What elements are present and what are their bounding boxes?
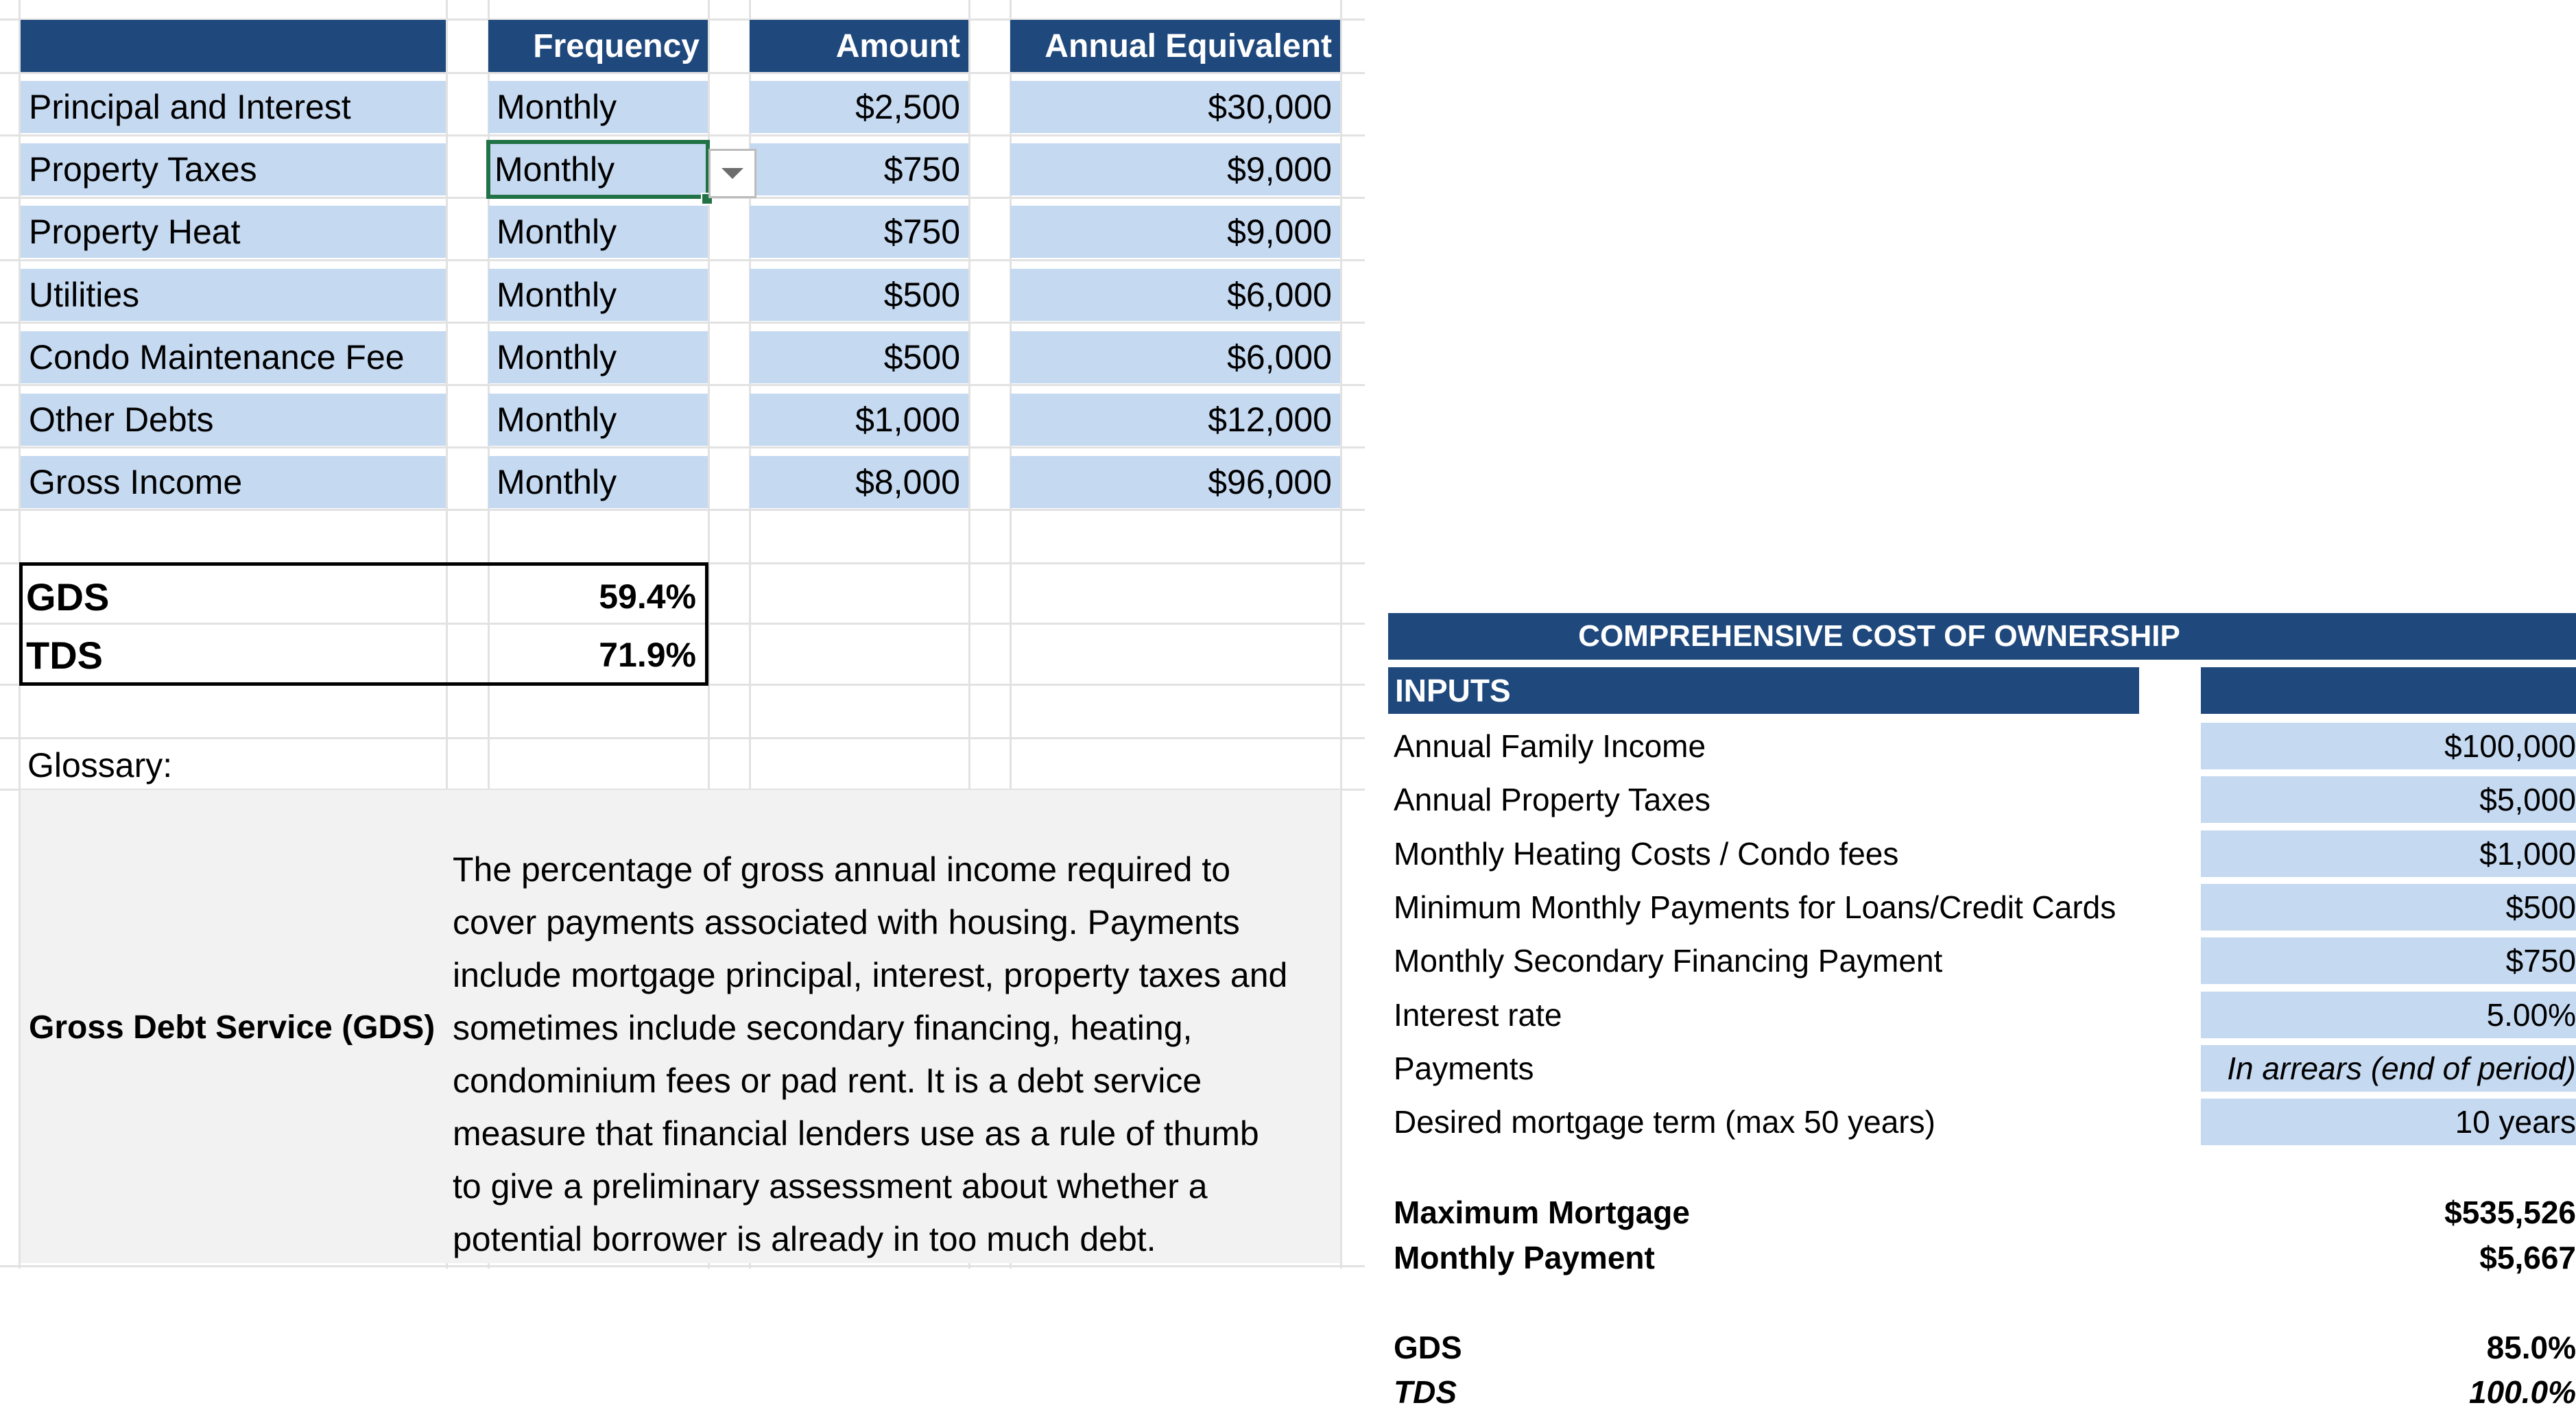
input-value[interactable]: 10 years — [2201, 1099, 2576, 1146]
row-annual[interactable]: $9,000 — [1010, 143, 1340, 196]
row-frequency[interactable]: Monthly — [488, 268, 708, 321]
monthly-payment-label: Monthly Payment — [1394, 1240, 1655, 1275]
header-amount-label: Amount — [835, 27, 960, 64]
row-frequency[interactable]: Monthly — [488, 331, 708, 383]
input-value[interactable]: $750 — [2201, 937, 2576, 985]
ownership-tds-label: TDS — [1394, 1374, 1457, 1410]
row-amount[interactable]: $750 — [750, 206, 968, 259]
input-label: Minimum Monthly Payments for Loans/Credi… — [1394, 889, 2116, 925]
input-value[interactable]: In arrears (end of period) — [2201, 1044, 2576, 1092]
row-label[interactable]: Gross Income — [21, 456, 446, 509]
gridline — [0, 134, 1365, 136]
gridline — [0, 446, 1365, 448]
glossary-definition-line: potential borrower is already in too muc… — [453, 1220, 1156, 1258]
glossary-definition-line: The percentage of gross annual income re… — [453, 850, 1231, 889]
row-frequency[interactable]: Monthly — [488, 456, 708, 509]
gridline — [0, 509, 1365, 511]
inputs-value-header — [2201, 667, 2576, 714]
row-label[interactable]: Principal and Interest — [21, 81, 446, 133]
input-label: Payments — [1394, 1050, 1534, 1086]
gridline — [0, 322, 1365, 324]
gridline — [0, 737, 1365, 739]
row-amount[interactable]: $500 — [750, 268, 968, 321]
glossary-label[interactable]: Glossary: — [27, 739, 172, 791]
row-amount[interactable]: $750 — [750, 143, 968, 196]
row-amount[interactable]: $1,000 — [750, 394, 968, 446]
tds-label[interactable]: TDS — [26, 627, 103, 682]
row-frequency[interactable]: Monthly — [488, 394, 708, 446]
input-value[interactable]: $500 — [2201, 883, 2576, 931]
maximum-mortgage-value[interactable]: $535,526 — [2201, 1190, 2576, 1235]
header-amount[interactable]: Amount — [750, 20, 968, 72]
maximum-mortgage-label: Maximum Mortgage — [1394, 1195, 1690, 1230]
ownership-gds-label: GDS — [1394, 1330, 1462, 1365]
inputs-header: INPUTS — [1388, 667, 2139, 714]
row-amount[interactable]: $2,500 — [750, 81, 968, 133]
tds-value[interactable]: 71.9% — [488, 627, 704, 682]
row-annual[interactable]: $6,000 — [1010, 268, 1340, 321]
ownership-tds-value[interactable]: 100.0% — [2201, 1370, 2576, 1414]
glossary-definition-line: condominium fees or pad rent. It is a de… — [453, 1062, 1202, 1100]
row-label[interactable]: Property Taxes — [21, 143, 446, 196]
row-annual[interactable]: $9,000 — [1010, 206, 1340, 259]
input-label: Interest rate — [1394, 996, 1562, 1033]
glossary-definition-line: to give a preliminary assessment about w… — [453, 1167, 1208, 1206]
gds-value[interactable]: 59.4% — [488, 569, 704, 624]
gridline — [0, 259, 1365, 261]
row-label[interactable]: Other Debts — [21, 394, 446, 446]
input-label: Annual Family Income — [1394, 728, 1706, 764]
row-annual[interactable]: $12,000 — [1010, 394, 1340, 446]
chevron-down-icon — [721, 168, 743, 179]
row-amount[interactable]: $500 — [750, 331, 968, 383]
row-annual[interactable]: $96,000 — [1010, 456, 1340, 509]
glossary-definition-line: sometimes include secondary financing, h… — [453, 1009, 1193, 1047]
input-label: Monthly Secondary Financing Payment — [1394, 943, 1943, 979]
glossary-definition-line: cover payments associated with housing. … — [453, 903, 1240, 942]
ownership-title-text: COMPREHENSIVE COST OF OWNERSHIP — [1578, 619, 2180, 653]
row-annual[interactable]: $30,000 — [1010, 81, 1340, 133]
input-value[interactable]: $5,000 — [2201, 776, 2576, 824]
header-frequency-label: Frequency — [533, 27, 700, 64]
row-frequency[interactable]: Monthly — [488, 81, 708, 133]
header-annual-equivalent[interactable]: Annual Equivalent — [1010, 20, 1340, 72]
row-frequency[interactable]: Monthly — [488, 206, 708, 259]
glossary-definition[interactable]: The percentage of gross annual income re… — [453, 843, 1344, 1266]
selected-frequency-cell[interactable]: Monthly — [486, 140, 710, 200]
input-label: Desired mortgage term (max 50 years) — [1394, 1104, 1935, 1140]
ownership-gds-value[interactable]: 85.0% — [2201, 1326, 2576, 1369]
gridline — [0, 72, 1365, 74]
row-annual[interactable]: $6,000 — [1010, 331, 1340, 383]
input-value[interactable]: $1,000 — [2201, 830, 2576, 877]
input-value[interactable]: $100,000 — [2201, 723, 2576, 769]
row-label[interactable]: Utilities — [21, 268, 446, 321]
gridline — [0, 384, 1365, 386]
input-value[interactable]: 5.00% — [2201, 991, 2576, 1038]
monthly-payment-value[interactable]: $5,667 — [2201, 1235, 2576, 1280]
frequency-dropdown-button[interactable] — [708, 149, 756, 198]
header-label-cell[interactable] — [21, 20, 446, 72]
input-label: Annual Property Taxes — [1394, 782, 1710, 818]
glossary-term[interactable]: Gross Debt Service (GDS) — [29, 1000, 435, 1055]
header-annual-label: Annual Equivalent — [1045, 27, 1332, 64]
glossary-definition-line: measure that financial lenders use as a … — [453, 1114, 1259, 1153]
row-label[interactable]: Condo Maintenance Fee — [21, 331, 446, 383]
glossary-definition-line: include mortgage principal, interest, pr… — [453, 956, 1288, 994]
ownership-title: COMPREHENSIVE COST OF OWNERSHIP — [1388, 613, 2576, 660]
header-frequency[interactable]: Frequency — [488, 20, 708, 72]
row-amount[interactable]: $8,000 — [750, 456, 968, 509]
gds-label[interactable]: GDS — [26, 569, 109, 624]
input-label: Monthly Heating Costs / Condo fees — [1394, 835, 1899, 872]
row-label[interactable]: Property Heat — [21, 206, 446, 259]
inputs-header-text: INPUTS — [1395, 673, 1511, 708]
